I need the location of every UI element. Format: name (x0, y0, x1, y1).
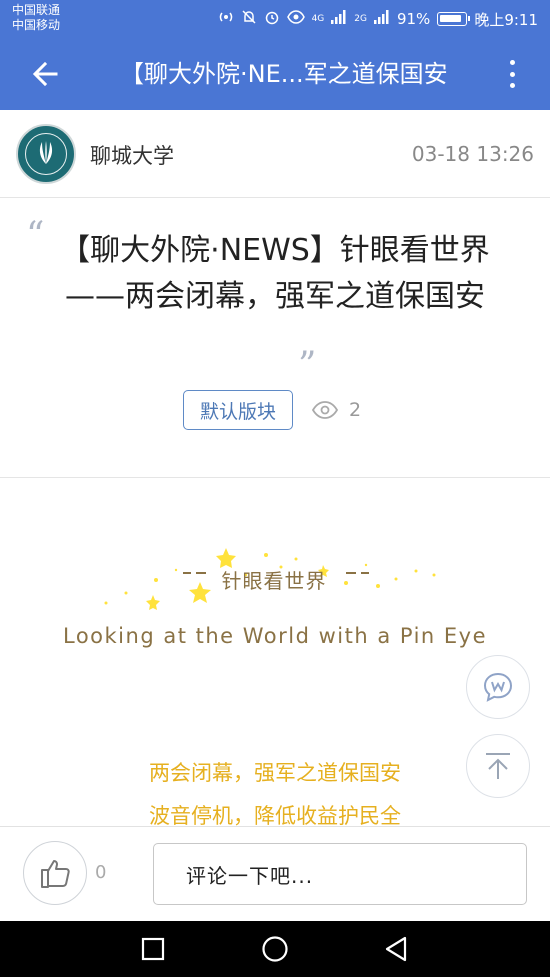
carrier-2: 中国移动 (12, 18, 61, 32)
author-row: 聊城大学 03-18 13:26 (0, 110, 550, 198)
network-1-label: 4G (311, 14, 325, 24)
category-tag[interactable]: 默认版块 (183, 390, 294, 430)
post-time: 03-18 13:26 (411, 142, 534, 166)
triangle-back-icon (385, 936, 407, 962)
banner-title: 针眼看世界 (221, 569, 327, 593)
quote-close-icon: ” (298, 345, 317, 386)
carrier-info: 中国联通 中国移动 (12, 3, 60, 33)
comment-input[interactable]: 评论一下吧... (153, 843, 527, 905)
article-meta: 默认版块 2 (183, 390, 361, 430)
author-name[interactable]: 聊城大学 (90, 140, 174, 170)
more-menu-button[interactable] (500, 57, 524, 91)
status-icons: 4G 2G 91% 晚上9:11 (218, 9, 538, 29)
view-count-value: 2 (349, 399, 362, 421)
home-button[interactable] (259, 933, 291, 965)
battery-icon (437, 12, 471, 26)
banner-subtitle: Looking at the World with a Pin Eye (62, 624, 488, 648)
recent-apps-button[interactable] (137, 933, 169, 965)
hotspot-icon (218, 9, 234, 29)
avatar[interactable] (16, 124, 76, 184)
circle-icon (262, 936, 288, 962)
comment-bar: 0 评论一下吧... (0, 826, 550, 921)
mute-icon (241, 9, 257, 29)
signal-icon (373, 10, 390, 28)
app-bar: 【聊大外院·NE...军之道保国安 (0, 37, 550, 110)
back-button[interactable] (28, 56, 64, 92)
carrier-1: 中国联通 (12, 3, 61, 17)
system-nav-bar (0, 921, 550, 977)
back-nav-button[interactable] (380, 933, 412, 965)
arrow-up-icon (486, 753, 510, 779)
alarm-icon (264, 9, 280, 29)
article-title: 【聊大外院·NEWS】针眼看世界——两会闭幕，强军之道保国安 (60, 233, 490, 314)
network-2-label: 2G (354, 14, 367, 24)
wechat-share-button[interactable] (466, 655, 530, 719)
logo-mark-icon (39, 141, 53, 164)
status-bar: 中国联通 中国移动 4G 2G 91% 晚上9:11 (0, 0, 550, 37)
divider (0, 477, 550, 478)
square-icon (141, 937, 165, 961)
like-count: 0 (95, 862, 107, 883)
battery-percent: 91% (396, 10, 431, 28)
view-count: 2 (311, 399, 361, 421)
chat-bubble-icon (483, 672, 513, 702)
eye-icon (311, 401, 339, 419)
thumbs-up-icon (41, 860, 70, 888)
scroll-to-top-button[interactable] (466, 734, 530, 798)
clock: 晚上9:11 (474, 10, 538, 29)
page-title: 【聊大外院·NE...军之道保国安 (120, 60, 448, 88)
signal-icon (331, 10, 347, 28)
like-button[interactable] (23, 841, 87, 905)
arrow-left-icon (32, 61, 58, 87)
eye-icon (286, 10, 305, 28)
more-vertical-icon (509, 60, 515, 65)
